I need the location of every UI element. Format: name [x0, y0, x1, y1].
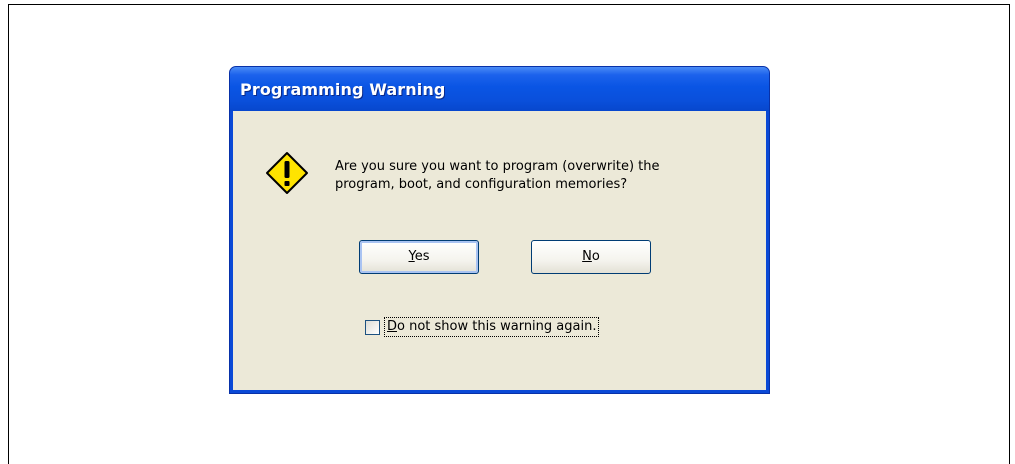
message-line-1: Are you sure you want to program (overwr… — [335, 159, 660, 174]
yes-button[interactable]: Yes — [359, 240, 479, 274]
no-button[interactable]: No — [531, 240, 651, 274]
yes-label-rest: es — [414, 249, 430, 264]
dont-show-again-label[interactable]: Do not show this warning again. — [384, 317, 600, 337]
dialog-body: Are you sure you want to program (overwr… — [233, 111, 766, 390]
programming-warning-dialog: Programming Warning Are you sure you wan… — [229, 66, 770, 394]
checkbox-mnemonic: D — [387, 319, 398, 334]
title-bar[interactable]: Programming Warning — [230, 67, 769, 111]
dialog-title: Programming Warning — [240, 80, 446, 99]
dont-show-again-row: Do not show this warning again. — [365, 316, 600, 338]
no-label-rest: o — [591, 249, 600, 264]
warning-message: Are you sure you want to program (overwr… — [335, 158, 755, 194]
dont-show-again-checkbox[interactable] — [365, 319, 380, 335]
checkbox-label-rest: o not show this warning again. — [397, 319, 597, 334]
no-mnemonic: N — [582, 249, 592, 264]
message-line-2: program, boot, and configuration memorie… — [335, 177, 628, 192]
warning-icon — [266, 152, 308, 194]
